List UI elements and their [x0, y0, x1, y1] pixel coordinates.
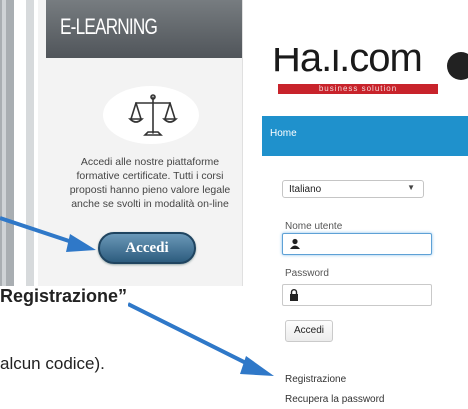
- language-select[interactable]: Italiano ▼: [282, 180, 424, 198]
- elearning-accedi-button[interactable]: Accedi: [98, 232, 196, 264]
- logo-tagline: business solution: [318, 84, 398, 93]
- login-accedi-button[interactable]: Accedi: [285, 320, 333, 342]
- registrazione-link[interactable]: Registrazione: [285, 374, 346, 385]
- company-logo-text: Ha.i.com: [272, 48, 423, 78]
- recover-password-link[interactable]: Recupera la password: [285, 394, 385, 405]
- elearning-description: Accedi alle nostre piattaforme formative…: [69, 156, 231, 210]
- logo-emblem-icon: [447, 52, 468, 80]
- instruction-registrazione-word: Registrazione”: [0, 286, 128, 306]
- user-icon: [290, 238, 300, 249]
- chevron-down-icon: ▼: [407, 183, 415, 192]
- password-input[interactable]: [282, 284, 432, 306]
- company-logo: Ha.i.com: [272, 48, 462, 78]
- username-label: Nome utente: [285, 221, 343, 232]
- arrow-to-registrazione-icon: [128, 302, 274, 376]
- language-select-value: Italiano: [289, 184, 322, 195]
- instruction-registrazione-text: Registrazione”: [0, 286, 127, 307]
- nav-home-link[interactable]: Home: [270, 128, 297, 139]
- arrow-to-accedi-icon: [0, 216, 96, 252]
- password-label: Password: [285, 268, 329, 279]
- scales-of-justice-icon: [128, 94, 178, 136]
- elearning-title: E-LEARNING: [60, 14, 158, 39]
- lock-icon: [290, 289, 298, 301]
- instruction-codice-text: alcun codice).: [0, 354, 105, 373]
- username-input[interactable]: [282, 233, 432, 255]
